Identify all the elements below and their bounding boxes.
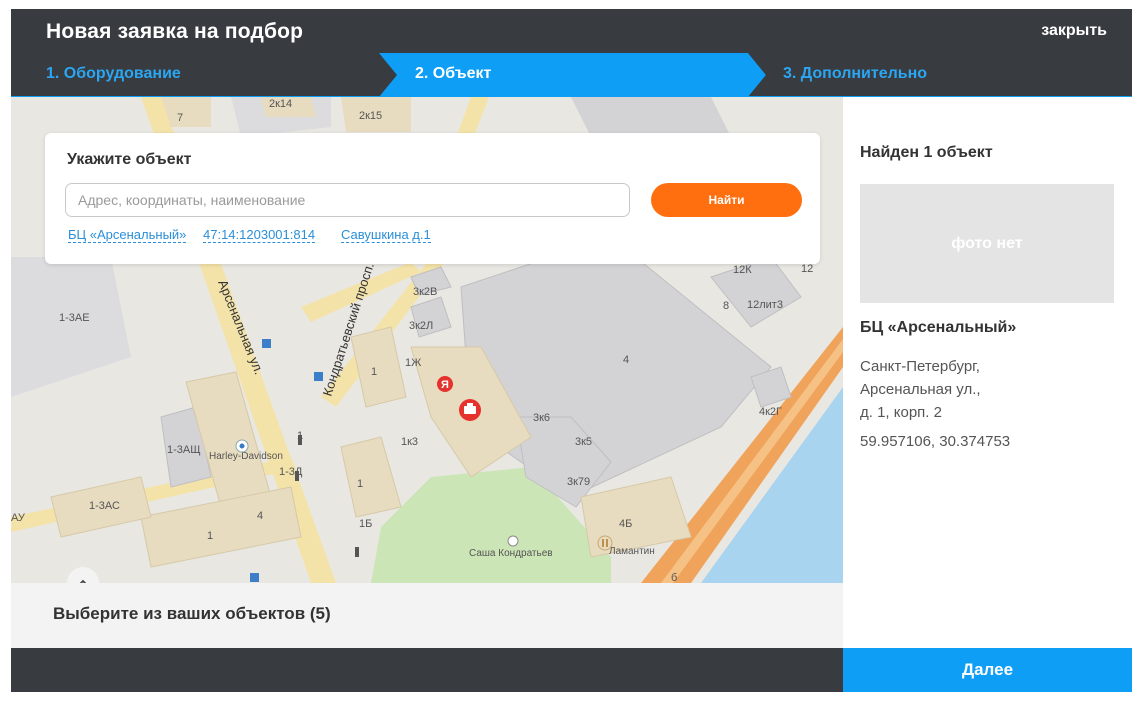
map-label: 7 xyxy=(177,112,183,124)
map-label: АУ xyxy=(11,512,26,524)
search-result-panel: Найден 1 объект фото нет БЦ «Арсенальный… xyxy=(843,97,1132,648)
close-button[interactable]: закрыть xyxy=(1041,22,1107,40)
map-label: 12 xyxy=(801,263,813,275)
map-label: 4 xyxy=(623,354,629,366)
object-name[interactable]: БЦ «Арсенальный» xyxy=(860,319,1016,337)
next-button[interactable]: Далее xyxy=(843,648,1132,692)
search-input[interactable] xyxy=(65,183,630,217)
map-label: Ламантин xyxy=(609,546,655,557)
selected-object-pin-icon[interactable] xyxy=(459,399,481,421)
map-label: 3к79 xyxy=(567,476,590,488)
map-label: 2к15 xyxy=(359,110,382,122)
map-label: 1-3Д xyxy=(279,466,303,478)
header-bar: Новая заявка на подбор закрыть xyxy=(11,9,1132,53)
my-objects-bar[interactable]: Выберите из ваших объектов (5) xyxy=(11,583,843,648)
object-address: Санкт-Петербург, Арсенальная ул., д. 1, … xyxy=(860,355,981,424)
map-view[interactable]: 2к14 2к15 7 1-3АЕ 3к2В 3к2Л 1Ж 1 4 12К 1… xyxy=(11,97,843,583)
map-label: 8 xyxy=(723,300,729,312)
quick-link-arsenalny[interactable]: БЦ «Арсенальный» xyxy=(68,227,187,243)
step-equipment[interactable]: 1. Оборудование xyxy=(46,65,181,83)
quick-link-savushkina[interactable]: Савушкина д.1 xyxy=(341,227,431,243)
address-line: д. 1, корп. 2 xyxy=(860,404,942,421)
address-line: Санкт-Петербург, xyxy=(860,358,980,375)
find-button[interactable]: Найти xyxy=(651,183,802,217)
address-line: Арсенальная ул., xyxy=(860,381,981,398)
restaurant-poi-icon xyxy=(597,535,613,551)
map-label: 12К xyxy=(733,264,752,276)
map-label: 1-3АС xyxy=(89,500,120,512)
map-label: 1к3 xyxy=(401,436,418,448)
step-object[interactable]: 2. Объект xyxy=(415,65,491,83)
footer-bar: Далее xyxy=(11,648,1132,692)
map-label: 12лит3 xyxy=(747,299,783,311)
map-label: 4к2Г xyxy=(759,406,782,418)
search-card-title: Укажите объект xyxy=(67,151,192,168)
motorcycle-poi-icon xyxy=(235,439,249,453)
my-objects-label: Выберите из ваших объектов (5) xyxy=(53,604,331,623)
map-label: 1 xyxy=(207,530,213,542)
map-label: Harley-Davidson xyxy=(209,451,283,462)
map-label: 1-3АЕ xyxy=(59,312,90,324)
map-label: 3к5 xyxy=(575,436,592,448)
object-search-card: Укажите объект Найти БЦ «Арсенальный» 47… xyxy=(45,133,820,264)
page-title: Новая заявка на подбор xyxy=(46,20,304,43)
map-label: 3к2В xyxy=(413,286,437,298)
map-label: 1Ж xyxy=(405,357,421,369)
map-label: Саша Кондратьев xyxy=(469,548,553,559)
new-request-window: Новая заявка на подбор закрыть 1. Оборуд… xyxy=(11,9,1132,692)
map-label: б xyxy=(671,572,677,583)
map-label: 3к6 xyxy=(533,412,550,424)
svg-text:Я: Я xyxy=(441,379,449,391)
map-label: 4Б xyxy=(619,518,632,530)
step-additional[interactable]: 3. Дополнительно xyxy=(783,65,927,83)
map-label: 1-3АЩ xyxy=(167,444,201,456)
map-label: 1 xyxy=(357,478,363,490)
no-photo-label: фото нет xyxy=(951,234,1023,252)
yandex-marker-icon[interactable]: Я xyxy=(437,376,453,392)
quick-link-cadastral[interactable]: 47:14:1203001:814 xyxy=(203,227,316,243)
map-label: 1 xyxy=(371,366,377,378)
object-photo-placeholder: фото нет xyxy=(860,184,1114,303)
found-count-title: Найден 1 объект xyxy=(860,144,993,161)
map-label: 1Б xyxy=(359,518,372,530)
monument-poi-icon xyxy=(507,535,519,547)
step-indicator: 1. Оборудование 2. Объект 3. Дополнитель… xyxy=(11,53,1132,97)
map-label: 2к14 xyxy=(269,98,292,110)
object-coordinates: 59.957106, 30.374753 xyxy=(860,433,1011,450)
map-label: 3к2Л xyxy=(409,320,433,332)
map-label: 4 xyxy=(257,510,263,522)
